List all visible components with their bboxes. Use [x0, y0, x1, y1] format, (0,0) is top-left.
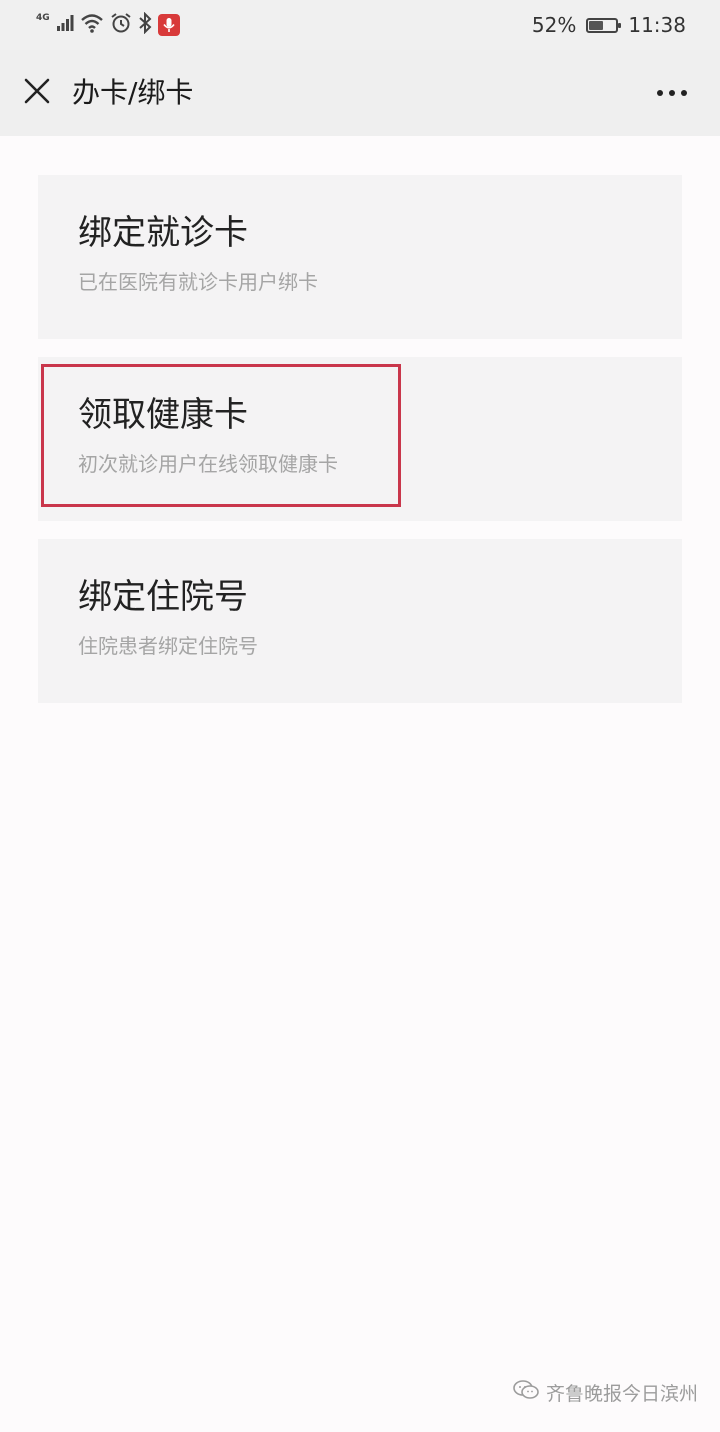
status-bar: 4G 52% 11:38 [0, 0, 720, 50]
close-button[interactable] [18, 74, 56, 112]
wifi-icon [80, 13, 104, 37]
signal-icon [56, 14, 74, 36]
more-icon-dot [681, 90, 687, 96]
get-health-card-option[interactable]: 领取健康卡 初次就诊用户在线领取健康卡 [38, 357, 682, 521]
microphone-icon [157, 14, 180, 36]
battery-icon [586, 17, 622, 33]
bind-inpatient-number-option[interactable]: 绑定住院号 住院患者绑定住院号 [38, 539, 682, 703]
battery-level [589, 20, 604, 30]
more-options-button[interactable] [646, 74, 698, 112]
close-icon [23, 77, 51, 109]
card-description: 住院患者绑定住院号 [78, 634, 258, 658]
wechat-icon [512, 1379, 540, 1406]
card-description: 初次就诊用户在线领取健康卡 [78, 452, 338, 476]
status-icons-right: 52% 11:38 [532, 12, 686, 38]
status-icons-left: 4G [36, 11, 180, 38]
card-title: 领取健康卡 [78, 395, 248, 435]
clock-time: 11:38 [628, 13, 686, 37]
bluetooth-icon [138, 11, 152, 38]
watermark: 齐鲁晚报今日滨州 [512, 1379, 698, 1406]
card-title: 绑定住院号 [78, 577, 248, 617]
watermark-text: 齐鲁晚报今日滨州 [545, 1383, 698, 1405]
bind-visit-card-option[interactable]: 绑定就诊卡 已在医院有就诊卡用户绑卡 [38, 175, 682, 339]
card-description: 已在医院有就诊卡用户绑卡 [78, 270, 318, 294]
card-title: 绑定就诊卡 [78, 213, 248, 253]
battery-percent: 52% [531, 13, 577, 37]
navigation-bar: 办卡/绑卡 [0, 50, 720, 136]
more-icon-dot [657, 90, 663, 96]
more-icon-dot [669, 90, 675, 96]
alarm-icon [110, 12, 132, 38]
network-type-label: 4G [36, 13, 50, 23]
page-title: 办卡/绑卡 [72, 76, 194, 109]
